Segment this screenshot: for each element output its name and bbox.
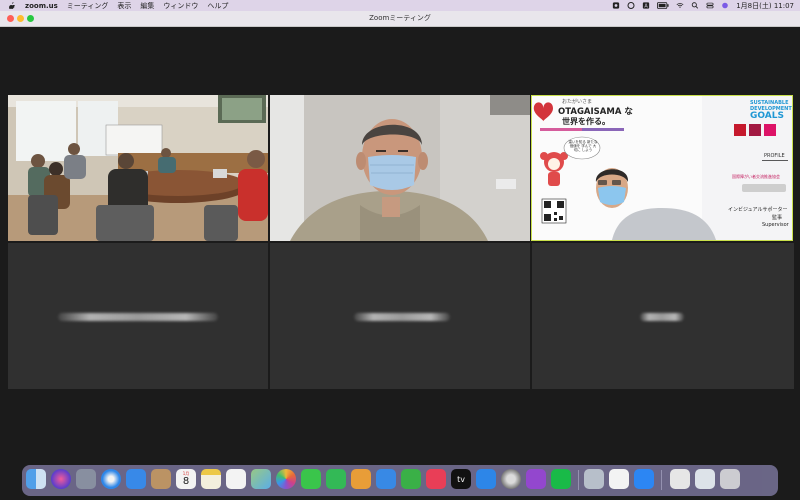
- pages-icon[interactable]: [351, 469, 371, 489]
- control-center-icon[interactable]: [706, 2, 714, 9]
- calendar-icon[interactable]: 1月 8: [176, 469, 196, 489]
- trash-icon[interactable]: [720, 469, 740, 489]
- video-tile-participant[interactable]: [270, 95, 530, 241]
- video-tile-video-off-3[interactable]: [532, 243, 794, 389]
- podcasts-icon[interactable]: [526, 469, 546, 489]
- menu-bar: zoom.us ミーティング 表示 編集 ウィンドウ ヘルプ A 1月8日(土)…: [0, 0, 800, 11]
- reminders-icon[interactable]: [226, 469, 246, 489]
- preview-icon[interactable]: [584, 469, 604, 489]
- settings-icon[interactable]: [501, 469, 521, 489]
- slide-headline-2: 世界を作る。: [562, 117, 610, 126]
- role-2: 監事: [772, 215, 783, 221]
- text-input-icon[interactable]: A: [642, 2, 650, 9]
- dock-separator: [661, 470, 662, 490]
- apple-icon[interactable]: [8, 2, 16, 9]
- photos-icon[interactable]: [276, 469, 296, 489]
- calendar-day: 8: [182, 476, 190, 487]
- siri-icon[interactable]: [721, 2, 729, 9]
- appletv-label: tv: [457, 474, 465, 484]
- conference-room-video: [8, 95, 268, 241]
- folder-icon[interactable]: [695, 469, 715, 489]
- maps-icon[interactable]: [251, 469, 271, 489]
- dropbox-icon[interactable]: [612, 2, 620, 9]
- contacts-icon[interactable]: [151, 469, 171, 489]
- sdg-title-3: GOALS: [750, 111, 784, 121]
- safari-icon[interactable]: [101, 469, 121, 489]
- participant-name-blurred: [354, 313, 450, 321]
- appletv-icon[interactable]: tv: [451, 469, 471, 489]
- menu-help[interactable]: ヘルプ: [207, 1, 228, 11]
- mail-icon[interactable]: [126, 469, 146, 489]
- music-icon[interactable]: [426, 469, 446, 489]
- menu-edit[interactable]: 編集: [140, 1, 154, 11]
- facetime-icon[interactable]: [326, 469, 346, 489]
- slide-logo-caption: おたがいさま: [562, 99, 593, 105]
- window-title: Zoomミーティング: [369, 14, 431, 22]
- participant-name-blurred: [58, 313, 218, 321]
- finder-icon[interactable]: [26, 469, 46, 489]
- zoom-icon[interactable]: [634, 469, 654, 489]
- role-1: インビジュアルサポーター: [728, 207, 788, 213]
- video-tile-video-off-2[interactable]: [270, 243, 530, 389]
- video-tile-presentation[interactable]: おたがいさま OTAGAISAMA な 世界を作る。 SUSTAINABLE D…: [531, 95, 793, 241]
- gallery-view: おたがいさま OTAGAISAMA な 世界を作る。 SUSTAINABLE D…: [0, 27, 800, 464]
- launchpad-icon[interactable]: [76, 469, 96, 489]
- org-name: 国際障がい者交流推進協会: [732, 174, 780, 179]
- wifi-icon[interactable]: [676, 2, 684, 9]
- profile-label: PROFILE: [764, 153, 785, 159]
- textedit-icon[interactable]: [609, 469, 629, 489]
- dock-separator: [578, 470, 579, 490]
- role-3: Supervisor: [762, 222, 789, 228]
- video-tile-video-off-1[interactable]: [8, 243, 268, 389]
- menu-meeting[interactable]: ミーティング: [67, 1, 109, 11]
- search-icon[interactable]: [691, 2, 699, 9]
- messages-icon[interactable]: [301, 469, 321, 489]
- dock: 1月 8 tv: [22, 465, 778, 496]
- notes-icon[interactable]: [201, 469, 221, 489]
- line-icon[interactable]: [551, 469, 571, 489]
- battery-icon[interactable]: [657, 2, 669, 9]
- siri-icon[interactable]: [51, 469, 71, 489]
- participant-video: [270, 95, 530, 241]
- menu-view[interactable]: 表示: [117, 1, 131, 11]
- document-icon[interactable]: [670, 469, 690, 489]
- video-tile-conference-room[interactable]: [8, 95, 268, 241]
- clock[interactable]: 1月8日(土) 11:07: [736, 1, 794, 11]
- creative-cloud-icon[interactable]: [627, 2, 635, 9]
- participant-name-blurred: [640, 313, 684, 321]
- numbers-icon[interactable]: [401, 469, 421, 489]
- speech-bubble-text: 違いを知る 新たな価値を 学んで 大切に しよう: [568, 140, 598, 152]
- appstore-icon[interactable]: [476, 469, 496, 489]
- keynote-icon[interactable]: [376, 469, 396, 489]
- menu-window[interactable]: ウィンドウ: [163, 1, 198, 11]
- window-title-bar: Zoomミーティング: [0, 11, 800, 27]
- app-menu[interactable]: zoom.us: [25, 2, 58, 10]
